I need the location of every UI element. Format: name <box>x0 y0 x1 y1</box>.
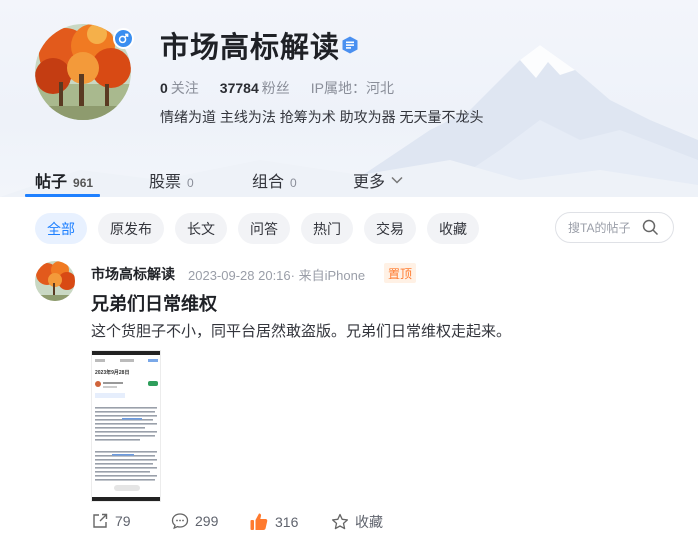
filter-hot[interactable]: 热门 <box>301 213 353 244</box>
ip-location: IP属地：河北 <box>310 80 394 96</box>
search-placeholder: 搜TA的帖子 <box>568 221 631 235</box>
followers-stat[interactable]: 37784 粉丝 <box>220 78 290 98</box>
comment-button[interactable]: 299 <box>171 512 218 530</box>
profile-avatar[interactable] <box>35 24 134 120</box>
pinned-badge: 置顶 <box>384 263 417 283</box>
tab-more[interactable]: 更多 <box>353 168 404 192</box>
star-icon <box>331 513 349 530</box>
filter-trade[interactable]: 交易 <box>364 213 416 244</box>
profile-stats: 0 关注 37784 粉丝 IP属地：河北 <box>160 78 415 98</box>
repost-button[interactable]: 79 <box>91 512 131 530</box>
post-body: 这个货胆子不小，同平台居然敢盗版。兄弟们日常维权走起来。 <box>91 323 512 340</box>
comment-icon <box>171 513 189 530</box>
filter-all[interactable]: 全部 <box>35 213 87 244</box>
tab-posts[interactable]: 帖子 961 <box>35 168 93 192</box>
tab-portfolios[interactable]: 组合 0 <box>252 168 297 192</box>
post-filter-bar: 全部 原发布 长文 问答 热门 交易 收藏 <box>35 213 479 244</box>
chevron-down-icon <box>391 176 403 184</box>
post-image-thumbnail[interactable]: 2023年9月28日 <box>91 350 161 502</box>
like-button[interactable]: 316 <box>249 512 298 532</box>
profile-bio: 情绪为道 主线为法 抢筹为术 助攻为器 无天量不龙头 <box>160 109 484 125</box>
filter-original[interactable]: 原发布 <box>98 213 164 244</box>
profile-header: 市场高标解读 0 关注 37784 粉丝 IP属地：河北 情绪为道 主线为法 抢筹为… <box>0 0 698 197</box>
filter-favorites[interactable]: 收藏 <box>427 213 479 244</box>
active-tab-indicator <box>25 194 100 197</box>
filter-long-article[interactable]: 长文 <box>175 213 227 244</box>
post-author-name[interactable]: 市场高标解读 <box>91 264 175 284</box>
search-icon[interactable] <box>642 219 659 236</box>
post-image-caption: 2023年9月28日 <box>95 370 130 376</box>
following-stat[interactable]: 0 关注 <box>160 78 199 98</box>
post-author-avatar[interactable] <box>35 261 75 301</box>
profile-tabs: 帖子 961 股票 0 组合 0 更多 <box>0 160 698 197</box>
post-search-input[interactable]: 搜TA的帖子 <box>555 212 674 243</box>
verified-badge-icon <box>342 36 358 54</box>
favorite-button[interactable]: 收藏 <box>331 512 383 532</box>
male-icon <box>113 28 134 49</box>
profile-name: 市场高标解读 <box>160 32 341 64</box>
post-meta: 2023-09-28 20:16· 来自iPhone <box>188 268 366 283</box>
thumbs-up-icon <box>250 513 268 530</box>
filter-qa[interactable]: 问答 <box>238 213 290 244</box>
post-title[interactable]: 兄弟们日常维权 <box>91 290 217 316</box>
tab-stocks[interactable]: 股票 0 <box>149 168 194 192</box>
share-icon <box>93 513 108 528</box>
